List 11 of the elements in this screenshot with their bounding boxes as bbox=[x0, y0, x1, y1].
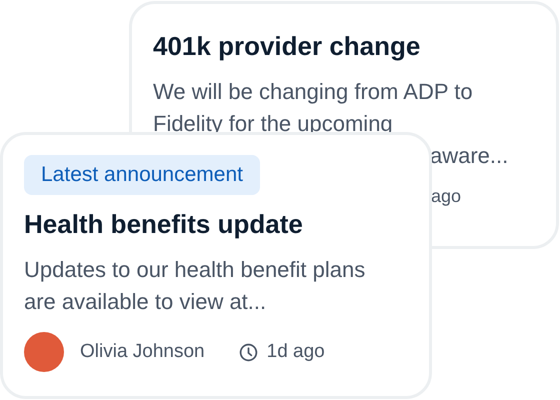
card-title: 401k provider change bbox=[153, 30, 422, 62]
time-text: ago bbox=[430, 186, 462, 207]
avatar-icon bbox=[24, 332, 64, 372]
clock-icon bbox=[238, 342, 258, 362]
announcement-badge: Latest announcement bbox=[24, 155, 260, 195]
body-text-line: We will be changing from ADP to bbox=[153, 78, 474, 106]
author-name: Olivia Johnson bbox=[80, 341, 205, 363]
time-text: 1d ago bbox=[266, 341, 325, 363]
body-text-line: aware... bbox=[429, 142, 510, 170]
card-body-text: Updates to our health benefit plans are available to view at... bbox=[24, 256, 366, 316]
card-title: Health benefits update bbox=[24, 208, 304, 240]
